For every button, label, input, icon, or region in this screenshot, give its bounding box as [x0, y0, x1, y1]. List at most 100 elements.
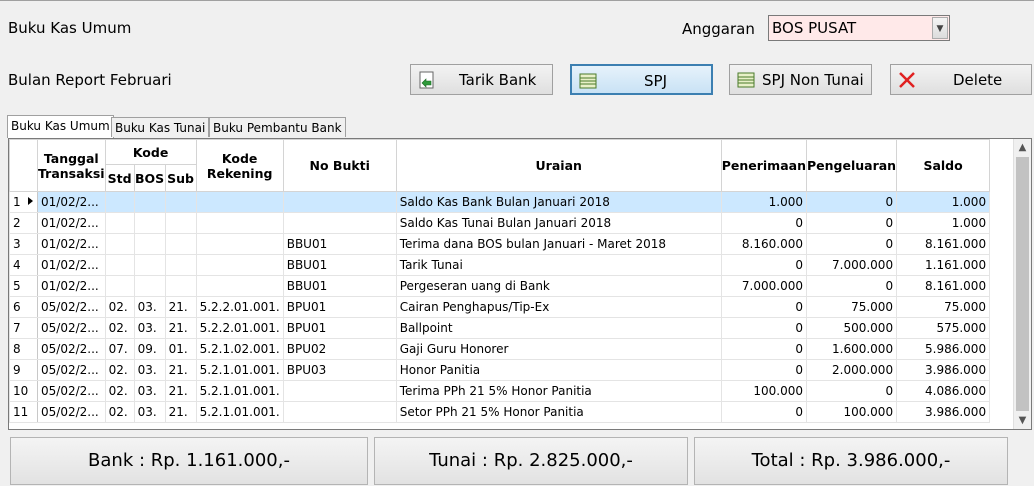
cell-pengeluaran[interactable]: 500.000 — [805, 317, 898, 339]
chevron-down-icon[interactable]: ▼ — [932, 17, 948, 39]
cell-penerimaan[interactable]: 0 — [720, 254, 807, 276]
col-header-sub[interactable]: Sub — [164, 164, 197, 192]
cell-kode-rekening[interactable] — [195, 254, 284, 276]
cell-tanggal[interactable]: 05/02/2... — [37, 296, 106, 318]
table-row[interactable]: 3 01/02/2... BBU01 Terima dana BOS bulan Ja… — [9, 233, 991, 255]
row-number[interactable]: 6 — [9, 296, 38, 318]
cell-bos[interactable]: 09. — [133, 338, 166, 360]
cell-saldo[interactable]: 8.161.000 — [896, 275, 991, 297]
cell-std[interactable]: 02. — [104, 317, 135, 339]
col-header-std[interactable]: Std — [104, 164, 135, 192]
cell-no-bukti[interactable]: BPU02 — [282, 338, 397, 360]
table-row[interactable]: 9 05/02/2... 02. 03. 21. 5.2.1.01.001. BPU03 Ho… — [9, 359, 991, 381]
cell-pengeluaran[interactable]: 0 — [805, 191, 898, 213]
table-row[interactable]: 2 01/02/2... Saldo Kas Tunai Bulan Januari… — [9, 212, 991, 234]
cell-bos[interactable] — [133, 275, 166, 297]
cell-pengeluaran[interactable]: 2.000.000 — [805, 359, 898, 381]
cell-no-bukti[interactable]: BPU03 — [282, 359, 397, 381]
cell-tanggal[interactable]: 01/02/2... — [37, 233, 106, 255]
cell-saldo[interactable]: 1.161.000 — [896, 254, 991, 276]
scroll-up-icon[interactable]: ▲ — [1014, 139, 1031, 156]
col-header-no-bukti[interactable]: No Bukti — [282, 139, 397, 192]
cell-pengeluaran[interactable]: 7.000.000 — [805, 254, 898, 276]
cell-kode-rekening[interactable]: 5.2.1.02.001. — [195, 338, 284, 360]
cell-saldo[interactable]: 75.000 — [896, 296, 991, 318]
cell-kode-rekening[interactable]: 5.2.1.01.001. — [195, 359, 284, 381]
cell-penerimaan[interactable]: 8.160.000 — [720, 233, 807, 255]
cell-std[interactable]: 02. — [104, 401, 135, 423]
cell-no-bukti[interactable]: BBU01 — [282, 233, 397, 255]
cell-std[interactable] — [104, 275, 135, 297]
cell-saldo[interactable]: 8.161.000 — [896, 233, 991, 255]
cell-penerimaan[interactable]: 0 — [720, 401, 807, 423]
cell-std[interactable]: 02. — [104, 359, 135, 381]
cell-uraian[interactable]: Setor PPh 21 5% Honor Panitia — [395, 401, 722, 423]
row-number[interactable]: 11 — [9, 401, 38, 423]
col-header-penerimaan[interactable]: Penerimaan — [720, 139, 807, 192]
anggaran-select[interactable]: BOS PUSAT ▼ — [768, 15, 950, 41]
cell-std[interactable]: 07. — [104, 338, 135, 360]
cell-penerimaan[interactable]: 0 — [720, 212, 807, 234]
col-header-bos[interactable]: BOS — [133, 164, 166, 192]
cell-std[interactable]: 02. — [104, 296, 135, 318]
cell-no-bukti[interactable] — [282, 191, 397, 213]
cell-kode-rekening[interactable]: 5.2.1.01.001. — [195, 380, 284, 402]
vertical-scrollbar[interactable]: ▲ ▼ — [1013, 139, 1031, 429]
cell-pengeluaran[interactable]: 100.000 — [805, 401, 898, 423]
table-row[interactable]: 11 05/02/2... 02. 03. 21. 5.2.1.01.001. Setor … — [9, 401, 991, 423]
cell-std[interactable] — [104, 254, 135, 276]
col-header-kode[interactable]: Kode — [104, 139, 197, 165]
cell-kode-rekening[interactable]: 5.2.2.01.001. — [195, 317, 284, 339]
table-row[interactable]: 1 01/02/2... Saldo Kas Bank Bulan Januari … — [9, 191, 991, 213]
cell-tanggal[interactable]: 05/02/2... — [37, 359, 106, 381]
table-row[interactable]: 7 05/02/2... 02. 03. 21. 5.2.2.01.001. BPU01 Ba… — [9, 317, 991, 339]
cell-no-bukti[interactable] — [282, 380, 397, 402]
cell-pengeluaran[interactable]: 0 — [805, 275, 898, 297]
cell-kode-rekening[interactable]: 5.2.2.01.001. — [195, 296, 284, 318]
cell-pengeluaran[interactable]: 0 — [805, 233, 898, 255]
col-header-uraian[interactable]: Uraian — [395, 139, 722, 192]
cell-sub[interactable] — [164, 212, 197, 234]
cell-tanggal[interactable]: 05/02/2... — [37, 317, 106, 339]
cell-uraian[interactable]: Honor Panitia — [395, 359, 722, 381]
cell-uraian[interactable]: Cairan Penghapus/Tip-Ex — [395, 296, 722, 318]
col-header-kode-rekening[interactable]: Kode Rekening — [195, 139, 284, 192]
col-header-saldo[interactable]: Saldo — [896, 139, 991, 192]
cell-sub[interactable] — [164, 254, 197, 276]
scroll-down-icon[interactable]: ▼ — [1014, 412, 1031, 429]
cell-penerimaan[interactable]: 0 — [720, 317, 807, 339]
cell-penerimaan[interactable]: 7.000.000 — [720, 275, 807, 297]
cell-tanggal[interactable]: 01/02/2... — [37, 275, 106, 297]
tab-buku-kas-tunai[interactable]: Buku Kas Tunai — [111, 117, 210, 137]
cell-tanggal[interactable]: 05/02/2... — [37, 380, 106, 402]
cell-uraian[interactable]: Terima dana BOS bulan Januari - Maret 20… — [395, 233, 722, 255]
cell-pengeluaran[interactable]: 1.600.000 — [805, 338, 898, 360]
cell-sub[interactable]: 01. — [164, 338, 197, 360]
cell-std[interactable]: 02. — [104, 380, 135, 402]
row-number[interactable]: 5 — [9, 275, 38, 297]
table-row[interactable]: 10 05/02/2... 02. 03. 21. 5.2.1.01.001. Terima… — [9, 380, 991, 402]
cell-penerimaan[interactable]: 1.000 — [720, 191, 807, 213]
cell-pengeluaran[interactable]: 0 — [805, 212, 898, 234]
scroll-thumb[interactable] — [1016, 157, 1029, 411]
cell-uraian[interactable]: Pergeseran uang di Bank — [395, 275, 722, 297]
row-number[interactable]: 10 — [9, 380, 38, 402]
cell-sub[interactable] — [164, 233, 197, 255]
table-row[interactable]: 8 05/02/2... 07. 09. 01. 5.2.1.02.001. BPU02 Ga… — [9, 338, 991, 360]
cell-bos[interactable]: 03. — [133, 380, 166, 402]
cell-sub[interactable]: 21. — [164, 380, 197, 402]
cell-sub[interactable]: 21. — [164, 401, 197, 423]
cell-std[interactable] — [104, 191, 135, 213]
cell-sub[interactable]: 21. — [164, 359, 197, 381]
cell-tanggal[interactable]: 01/02/2... — [37, 212, 106, 234]
cell-no-bukti[interactable] — [282, 212, 397, 234]
cell-bos[interactable]: 03. — [133, 317, 166, 339]
cell-penerimaan[interactable]: 100.000 — [720, 380, 807, 402]
cell-tanggal[interactable]: 01/02/2... — [37, 254, 106, 276]
cell-kode-rekening[interactable] — [195, 191, 284, 213]
row-number[interactable]: 3 — [9, 233, 38, 255]
row-number[interactable]: 1 — [9, 191, 38, 213]
cell-penerimaan[interactable]: 0 — [720, 338, 807, 360]
cell-kode-rekening[interactable] — [195, 275, 284, 297]
cell-uraian[interactable]: Saldo Kas Tunai Bulan Januari 2018 — [395, 212, 722, 234]
